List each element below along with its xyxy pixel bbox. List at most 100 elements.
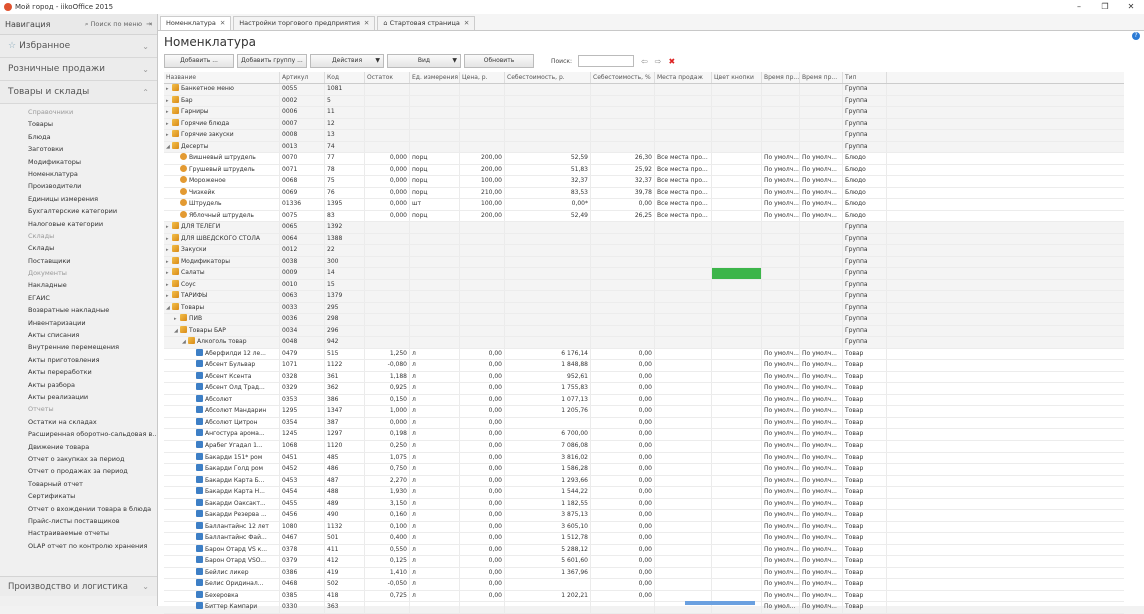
table-row[interactable]: ◢ Товары БАР 0034 296 Группа [164, 325, 1124, 338]
table-row[interactable]: Штрудель 01336 1395 0,000 шт 100,00 0,00* 0,00 В… [164, 199, 1124, 211]
sidebar-item[interactable]: Товарный отчет [0, 478, 157, 490]
column-header[interactable]: Название [164, 72, 280, 83]
table-row[interactable]: ▸ ДЛЯ ШВЕДСКОГО СТОЛА 0064 1388 Группа [164, 233, 1124, 246]
refresh-button[interactable]: Обновить [464, 54, 534, 68]
sidebar-item[interactable]: Поставщики [0, 255, 157, 267]
table-row[interactable]: ▸ Модификаторы 0038 300 Группа [164, 256, 1124, 269]
arrow-right-icon[interactable]: ⇨ [655, 57, 662, 66]
table-row[interactable]: ▸ ДЛЯ ТЕЛЕГИ 0065 1392 Группа [164, 222, 1124, 234]
column-header[interactable]: Ед. измерения [410, 72, 460, 83]
table-row[interactable]: ▸ Закуски 0012 22 Группа [164, 245, 1124, 257]
sidebar-item[interactable]: Акты списания [0, 329, 157, 341]
view-dropdown[interactable]: Вид ▼ [387, 54, 461, 68]
table-row[interactable]: Мороженое 0068 75 0,000 порц 100,00 32,37 32,37… [164, 176, 1124, 188]
sidebar-item[interactable]: Акты реализации [0, 391, 157, 403]
table-row[interactable]: Баллантайнс 12 лет 1080 1132 0,100 л 0,00 3 60… [164, 521, 1124, 534]
section-retail[interactable]: Розничные продажи ⌄ [0, 58, 157, 81]
sidebar-item[interactable]: Возвратные накладные [0, 304, 157, 316]
sidebar-item[interactable]: ЕГАИС [0, 292, 157, 304]
table-row[interactable]: ◢ Товары 0033 295 Группа [164, 302, 1124, 315]
sidebar-item[interactable]: Инвентаризации [0, 317, 157, 329]
section-production[interactable]: Производство и логистика ⌄ [0, 576, 157, 596]
tab-start-page[interactable]: ⌂ Стартовая страница ✕ [377, 16, 476, 30]
table-row[interactable]: Бакарди Голд ром 0452 486 0,750 л 0,00 1 586,2… [164, 464, 1124, 476]
column-header[interactable]: Время пр... [762, 72, 800, 83]
table-row[interactable]: Бакарди 151* ром 0451 485 1,075 л 0,00 3 816,0… [164, 452, 1124, 465]
add-button[interactable]: Добавить ... [164, 54, 234, 68]
horizontal-scrollbar[interactable] [685, 601, 755, 605]
table-row[interactable]: Абсент Олд Трад... 0329 362 0,925 л 0,00 1 755… [164, 383, 1124, 395]
table-row[interactable]: Абсолют 0353 386 0,150 л 0,00 1 077,13 0,00 По у… [164, 394, 1124, 407]
tab-settings[interactable]: Настройки торгового предприятия ✕ [233, 16, 376, 30]
sidebar-item[interactable]: Остатки на складах [0, 416, 157, 428]
table-row[interactable]: Абсолют Цитрон 0354 387 0,000 л 0,00 0,00 По ум… [164, 417, 1124, 430]
sidebar-item[interactable]: Прайс-листы поставщиков [0, 515, 157, 527]
table-row[interactable]: Аберфилди 12 ле... 0479 515 1,250 л 0,00 6 176… [164, 348, 1124, 361]
column-header[interactable]: Цена, р. [460, 72, 505, 83]
close-icon[interactable]: ✕ [220, 19, 225, 27]
column-header[interactable]: Остаток [365, 72, 410, 83]
sidebar-item[interactable]: Отчет о закупках за период [0, 453, 157, 465]
actions-dropdown[interactable]: Действия ▼ [310, 54, 384, 68]
sidebar-item[interactable]: Склады [0, 242, 157, 254]
menu-search-link[interactable]: ⌕ Поиск по меню [85, 20, 142, 29]
column-header[interactable]: Артикул [280, 72, 325, 83]
table-row[interactable]: Баллантайнс Фай... 0467 501 0,400 л 0,00 1 512… [164, 533, 1124, 545]
table-row[interactable]: Белис Оридинал... 0468 502 -0,050 л 0,00 0,00 П… [164, 579, 1124, 591]
table-row[interactable]: ▸ Горячие блюда 0007 12 Группа [164, 118, 1124, 131]
table-row[interactable]: ▸ Горячие закуски 0008 13 Группа [164, 130, 1124, 142]
sidebar-item[interactable]: Настраиваемые отчеты [0, 527, 157, 539]
close-button[interactable]: ✕ [1118, 0, 1144, 14]
column-header[interactable]: Код [325, 72, 365, 83]
sidebar-item[interactable]: Сертификаты [0, 490, 157, 502]
table-row[interactable]: ▸ Соус 0010 15 Группа [164, 279, 1124, 292]
sidebar-item[interactable]: Акты переработки [0, 366, 157, 378]
section-goods[interactable]: Товары и склады ⌃ [0, 81, 157, 104]
minimize-button[interactable]: – [1066, 0, 1092, 14]
sidebar-item[interactable]: Отчет о вхождении товара в блюда [0, 503, 157, 515]
sidebar-item[interactable]: Движение товара [0, 441, 157, 453]
table-row[interactable]: Ангостура арома... 1245 1297 0,198 л 0,00 6 70… [164, 429, 1124, 441]
column-header[interactable]: Тип [843, 72, 887, 83]
column-header[interactable]: Время пр... [800, 72, 843, 83]
table-row[interactable]: Чизкейк 0069 76 0,000 порц 210,00 83,53 39,78 Вс… [164, 187, 1124, 200]
sidebar-item[interactable]: OLAP отчет по контролю хранения [0, 540, 157, 552]
close-icon[interactable]: ✕ [364, 19, 369, 27]
sidebar-item[interactable]: Модификаторы [0, 156, 157, 168]
table-row[interactable]: Абсент Ксента 0328 361 1,188 л 0,00 952,61 0,00… [164, 371, 1124, 384]
table-row[interactable]: Грушевый штрудель 0071 78 0,000 порц 200,00 51… [164, 164, 1124, 177]
close-icon[interactable]: ✕ [464, 19, 469, 27]
table-row[interactable]: Бакарди Карта Н... 0454 488 1,930 л 0,00 1 544… [164, 487, 1124, 499]
sidebar-item[interactable]: Акты разбора [0, 379, 157, 391]
table-row[interactable]: ◢ Алкоголь товар 0048 942 Группа [164, 337, 1124, 349]
table-row[interactable]: Бехеровка 0385 418 0,725 л 0,00 1 202,21 0,00 По… [164, 590, 1124, 603]
sidebar-item[interactable]: Блюда [0, 131, 157, 143]
table-row[interactable]: Абсент Бульвар 1071 1122 -0,080 л 0,00 1 848,8… [164, 360, 1124, 372]
table-row[interactable]: ▸ Бар 0002 5 Группа [164, 95, 1124, 108]
sidebar-item[interactable]: Номенклатура [0, 168, 157, 180]
sidebar-item[interactable]: Бухгалтерские категории [0, 205, 157, 217]
add-group-button[interactable]: Добавить группу ... [237, 54, 307, 68]
sidebar-item[interactable]: Производители [0, 180, 157, 192]
help-icon[interactable]: ? [1132, 32, 1140, 40]
table-row[interactable]: ◢ Десерты 0013 74 Группа [164, 141, 1124, 154]
table-row[interactable]: Абсолют Мандарин 1295 1347 1,000 л 0,00 1 205,… [164, 406, 1124, 418]
sidebar-item[interactable]: Внутренние перемещения [0, 341, 157, 353]
search-input[interactable] [578, 55, 635, 67]
sidebar-item[interactable]: Единицы измерения [0, 193, 157, 205]
column-header[interactable]: Цвет кнопки [712, 72, 762, 83]
table-row[interactable]: ▸ Банкетное меню 0055 1081 Группа [164, 84, 1124, 96]
table-row[interactable]: ▸ Гарниры 0006 11 Группа [164, 107, 1124, 119]
sidebar-item[interactable]: Накладные [0, 279, 157, 291]
table-row[interactable]: ▸ Салаты 0009 14 Группа [164, 268, 1124, 280]
table-row[interactable]: Вишневый штрудель 0070 77 0,000 порц 200,00 52… [164, 153, 1124, 165]
table-row[interactable]: Бейлис ликер 0386 419 1,410 л 0,00 1 367,96 0,0… [164, 567, 1124, 580]
sidebar-item[interactable]: Налоговые категории [0, 218, 157, 230]
table-row[interactable]: Арабег Угадал 1... 1068 1120 0,250 л 0,00 7 08… [164, 440, 1124, 453]
pin-icon[interactable]: ⇥ [146, 20, 152, 28]
section-favorites[interactable]: ☆ Избранное ⌄ [0, 35, 157, 58]
table-row[interactable]: Барон Отард VS к... 0378 411 0,550 л 0,00 5 28… [164, 544, 1124, 557]
sidebar-item[interactable]: Расширенная оборотно-сальдовая в... [0, 428, 157, 440]
sidebar-item[interactable]: Отчет о продажах за период [0, 465, 157, 477]
table-row[interactable]: Барон Отард VSO... 0379 412 0,125 л 0,00 5 601… [164, 556, 1124, 568]
